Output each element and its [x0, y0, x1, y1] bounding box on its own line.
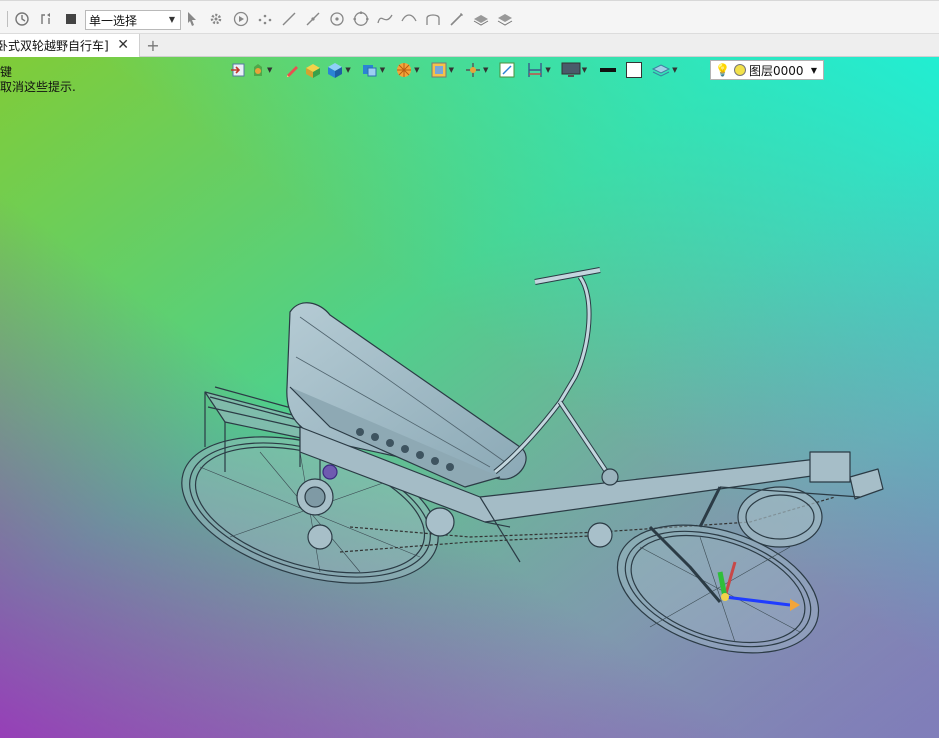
document-tab-strip: 卧式双轮越野自行车] ✕ + [0, 34, 939, 57]
stack-down-icon[interactable] [496, 10, 514, 28]
selection-mode-select[interactable]: 单一选择 ▼ [85, 10, 181, 30]
toolbar-separator [7, 11, 8, 27]
selection-mode-value: 单一选择 [89, 13, 138, 28]
select-cursor-icon[interactable] [183, 10, 201, 28]
points-icon[interactable] [256, 10, 274, 28]
undo-icon[interactable] [37, 10, 55, 28]
circle-point-icon[interactable] [328, 10, 346, 28]
line-segment-icon[interactable] [304, 10, 322, 28]
circle-icon[interactable] [352, 10, 370, 28]
main-toolbar: 单一选择 ▼ [0, 0, 939, 34]
gear-settings-icon[interactable] [207, 10, 225, 28]
play-icon[interactable] [232, 10, 250, 28]
spline-icon[interactable] [376, 10, 394, 28]
arc-icon[interactable] [400, 10, 418, 28]
add-tab-button[interactable]: + [145, 36, 161, 55]
stop-icon[interactable] [62, 10, 80, 28]
pen-icon[interactable] [448, 10, 466, 28]
handlebar [493, 267, 619, 486]
arc-3point-icon[interactable] [424, 10, 442, 28]
line-icon[interactable] [280, 10, 298, 28]
stack-icon[interactable] [472, 10, 490, 28]
bicycle-model[interactable] [0, 57, 939, 738]
tab-document[interactable]: 卧式双轮越野自行车] ✕ [0, 34, 140, 57]
history-icon[interactable] [13, 10, 31, 28]
close-icon[interactable]: ✕ [117, 37, 129, 53]
chevron-down-icon: ▼ [168, 15, 175, 24]
3d-viewport[interactable]: 键 取消这些提示. ▼ ▼ ▼ ▼ ▼ ▼ ▼ ▼ ▼ 💡 图层0000 ▼ [0, 57, 939, 738]
tab-label: 卧式双轮越野自行车] [0, 39, 109, 53]
